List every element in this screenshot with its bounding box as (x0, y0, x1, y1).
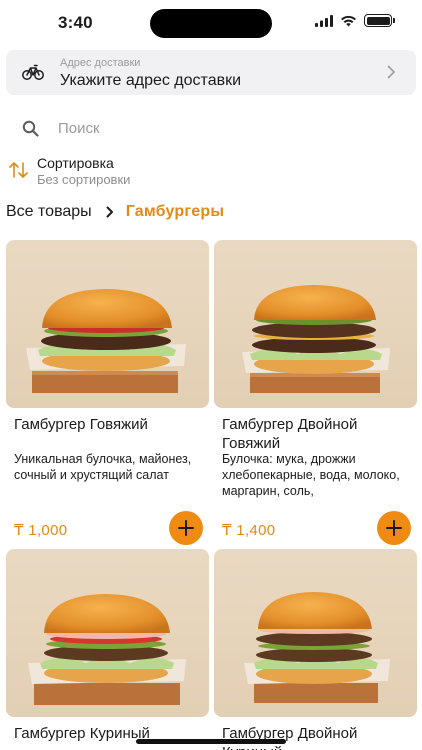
breadcrumb-current-category: Гамбургеры (125, 203, 225, 220)
product-description: Булочка: мука, дрожжи хлебопекарные, вод… (222, 452, 400, 498)
product-title: Гамбургер Двойной Куриный (222, 725, 358, 750)
breadcrumb-all-products[interactable]: Все товары (6, 203, 92, 221)
cellular-signal-icon (315, 14, 333, 27)
add-to-cart-button[interactable] (377, 511, 411, 545)
product-card[interactable]: Гамбургер Говяжий Уникальная булочка, ма… (6, 240, 209, 545)
product-card[interactable]: Гамбургер Двойной Говяжий Булочка: мука,… (214, 240, 417, 545)
product-title: Гамбургер Говяжий (14, 416, 148, 433)
delivery-address-selector[interactable]: Адрес доставки Укажите адрес доставки (6, 50, 416, 95)
address-label: Адрес доставки (60, 57, 141, 69)
plus-icon (386, 520, 402, 536)
sort-arrows-icon (9, 162, 28, 178)
product-price: ₸ 1,400 (222, 522, 276, 539)
product-photo (6, 240, 209, 408)
product-card[interactable]: Гамбургер Двойной Куриный (214, 549, 417, 750)
product-description: Уникальная булочка, майонез, сочный и хр… (14, 452, 192, 482)
product-photo (6, 549, 209, 717)
add-to-cart-button[interactable] (169, 511, 203, 545)
product-title: Гамбургер Двойной Говяжий (222, 416, 358, 452)
status-time: 3:40 (58, 13, 93, 32)
home-indicator (136, 739, 286, 744)
plus-icon (178, 520, 194, 536)
battery-icon (364, 14, 395, 27)
chevron-right-icon (106, 206, 114, 218)
sort-value: Без сортировки (37, 172, 131, 187)
breadcrumb: Все товары Гамбургеры (6, 203, 224, 221)
sort-selector[interactable]: Сортировка Без сортировки (6, 153, 206, 189)
battery-level (366, 16, 390, 25)
sort-title: Сортировка (37, 155, 114, 171)
product-photo (214, 549, 417, 717)
product-photo (214, 240, 417, 408)
search-icon (22, 120, 39, 137)
chevron-right-icon (387, 65, 395, 79)
wifi-icon (341, 15, 356, 26)
address-value: Укажите адрес доставки (60, 72, 242, 89)
product-card[interactable]: Гамбургер Куриный (6, 549, 209, 742)
search-bar (6, 110, 416, 146)
status-icons (315, 14, 395, 27)
status-bar: 3:40 (0, 0, 422, 48)
dynamic-island (150, 9, 272, 38)
product-price: ₸ 1,000 (14, 522, 68, 539)
bicycle-icon (22, 64, 44, 80)
search-input[interactable] (58, 116, 358, 140)
